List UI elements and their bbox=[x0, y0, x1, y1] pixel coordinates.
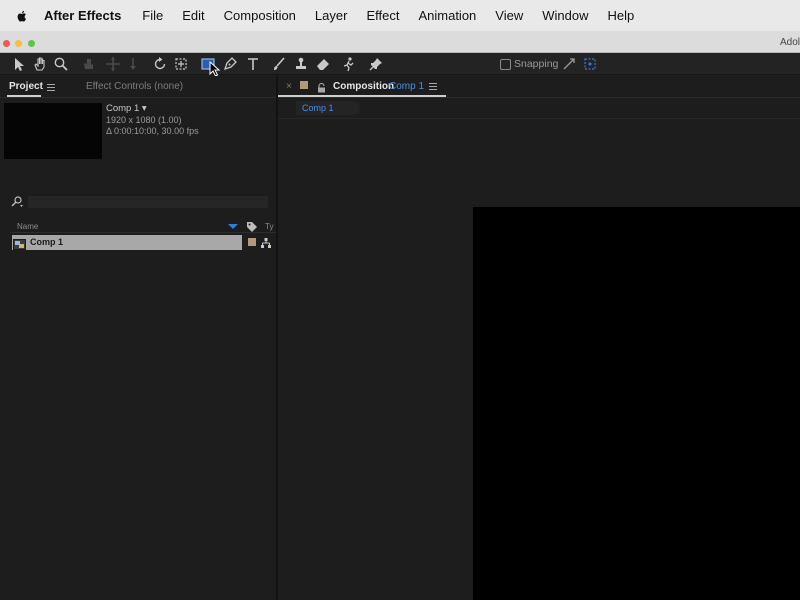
menu-effect[interactable]: Effect bbox=[366, 8, 399, 23]
menu-view[interactable]: View bbox=[495, 8, 523, 23]
composition-panel-menu-icon[interactable] bbox=[429, 83, 437, 90]
search-icon[interactable] bbox=[10, 195, 24, 209]
column-header-divider bbox=[10, 232, 276, 233]
minimize-window-button[interactable] bbox=[15, 40, 22, 47]
selected-item-name[interactable]: Comp 1 ▾ bbox=[106, 103, 147, 114]
project-panel: Project Effect Controls (none) Comp 1 ▾ … bbox=[0, 76, 276, 600]
comp-label-color-swatch bbox=[300, 81, 308, 89]
menu-window[interactable]: Window bbox=[542, 8, 588, 23]
app-name-menu[interactable]: After Effects bbox=[44, 8, 121, 23]
snapping-checkbox[interactable] bbox=[500, 59, 511, 70]
snapping-label[interactable]: Snapping bbox=[514, 58, 558, 70]
tools-toolbar: Snapping bbox=[0, 53, 800, 77]
rotation-tool-icon[interactable] bbox=[151, 55, 169, 73]
hand-tool-icon[interactable] bbox=[31, 55, 49, 73]
comp-thumbnail bbox=[4, 103, 102, 159]
breadcrumb-divider bbox=[278, 118, 800, 119]
macos-menu-bar: After Effects File Edit Composition Laye… bbox=[0, 0, 800, 31]
menu-file[interactable]: File bbox=[142, 8, 163, 23]
comp-breadcrumb-label[interactable]: Comp 1 bbox=[302, 103, 334, 113]
orbit-camera-tool-icon[interactable] bbox=[80, 55, 98, 73]
snap-features-icon[interactable] bbox=[581, 55, 599, 73]
puppet-pin-tool-icon[interactable] bbox=[367, 55, 385, 73]
window-title-bar bbox=[0, 31, 800, 53]
lock-icon[interactable] bbox=[317, 80, 326, 93]
window-title: Adol bbox=[779, 37, 800, 48]
project-item-name[interactable]: Comp 1 bbox=[30, 237, 63, 247]
zoom-tool-icon[interactable] bbox=[52, 55, 70, 73]
project-panel-menu-icon[interactable] bbox=[47, 84, 55, 91]
composition-panel: × Composition Comp 1 Comp 1 bbox=[278, 76, 800, 600]
pan-camera-tool-icon[interactable] bbox=[104, 55, 122, 73]
menu-animation[interactable]: Animation bbox=[418, 8, 476, 23]
brush-tool-icon[interactable] bbox=[270, 55, 288, 73]
tab-divider bbox=[278, 97, 800, 98]
tab-effect-controls[interactable]: Effect Controls (none) bbox=[86, 81, 183, 92]
column-header-name[interactable]: Name bbox=[17, 222, 38, 231]
close-tab-icon[interactable]: × bbox=[286, 81, 292, 92]
menu-edit[interactable]: Edit bbox=[182, 8, 204, 23]
menu-composition[interactable]: Composition bbox=[224, 8, 296, 23]
pen-tool-icon[interactable] bbox=[221, 55, 239, 73]
tab-composition[interactable]: Composition bbox=[333, 81, 394, 92]
dolly-camera-tool-icon[interactable] bbox=[124, 55, 142, 73]
clone-stamp-tool-icon[interactable] bbox=[292, 55, 310, 73]
tab-composition-name[interactable]: Comp 1 bbox=[389, 81, 424, 92]
flowchart-icon[interactable] bbox=[260, 236, 272, 248]
composition-viewer-canvas[interactable] bbox=[473, 207, 800, 600]
column-header-type[interactable]: Ty bbox=[265, 222, 273, 231]
zoom-window-button[interactable] bbox=[28, 40, 35, 47]
project-search-input[interactable] bbox=[28, 196, 268, 208]
type-tool-icon[interactable] bbox=[244, 55, 262, 73]
tab-divider bbox=[0, 97, 276, 98]
label-tag-icon[interactable] bbox=[246, 220, 258, 232]
roto-brush-tool-icon[interactable] bbox=[340, 55, 358, 73]
selected-item-duration: Δ 0:00:10:00, 30.00 fps bbox=[106, 126, 199, 136]
menu-layer[interactable]: Layer bbox=[315, 8, 348, 23]
mouse-cursor-icon bbox=[208, 61, 222, 77]
menu-help[interactable]: Help bbox=[607, 8, 634, 23]
close-window-button[interactable] bbox=[3, 40, 10, 47]
pan-behind-tool-icon[interactable] bbox=[172, 55, 190, 73]
selection-tool-icon[interactable] bbox=[10, 55, 28, 73]
sort-descending-icon[interactable] bbox=[228, 224, 238, 229]
item-label-color-swatch[interactable] bbox=[248, 238, 256, 246]
project-search-row bbox=[0, 195, 276, 209]
tab-project[interactable]: Project bbox=[9, 81, 43, 92]
selected-item-resolution: 1920 x 1080 (1.00) bbox=[106, 115, 182, 125]
apple-logo-icon[interactable] bbox=[13, 7, 31, 25]
composition-icon bbox=[13, 237, 26, 250]
snap-options-icon[interactable] bbox=[560, 55, 578, 73]
eraser-tool-icon[interactable] bbox=[314, 55, 332, 73]
